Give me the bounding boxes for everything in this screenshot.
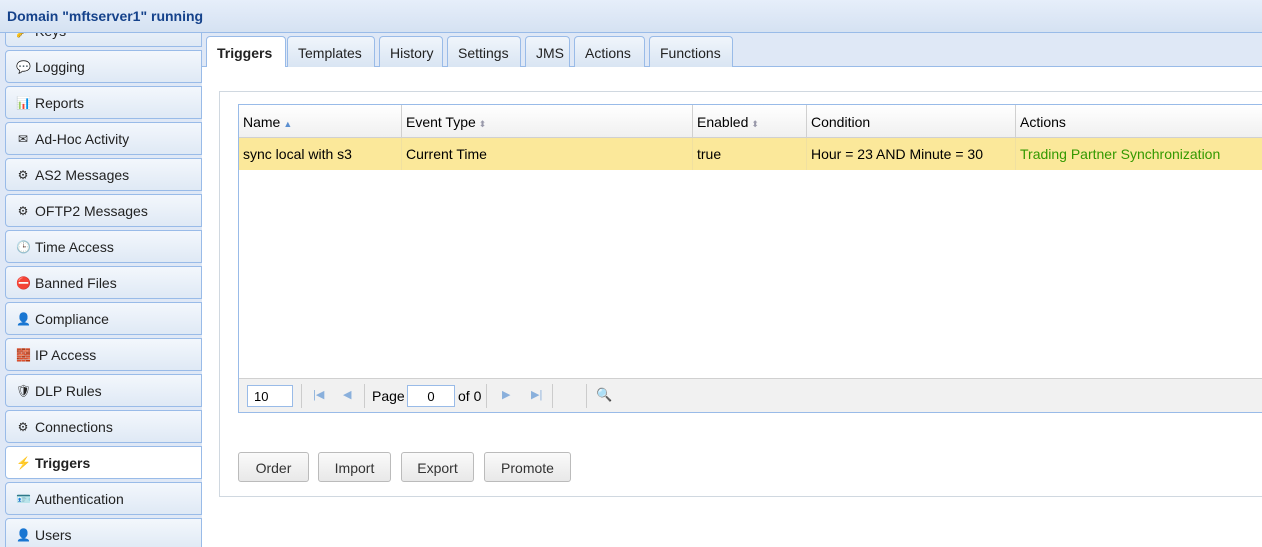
tab-templates[interactable]: Templates xyxy=(287,36,375,67)
banned-file-icon: ⛔ xyxy=(16,275,31,290)
window-title: Domain "mftserver1" running xyxy=(0,0,1262,33)
speech-bubble-icon: 💬 xyxy=(16,59,31,74)
sort-icon: ⬍ xyxy=(751,119,759,129)
sidebar-item-time-access[interactable]: 🕒 Time Access xyxy=(5,230,202,263)
sidebar-item-label: Users xyxy=(35,526,72,543)
tab-settings[interactable]: Settings xyxy=(447,36,521,67)
sidebar-item-dlp-rules[interactable]: 🛡 DLP Rules xyxy=(5,374,202,407)
divider xyxy=(586,384,587,408)
sidebar-item-ip-access[interactable]: 🧱 IP Access xyxy=(5,338,202,371)
column-label: Enabled xyxy=(697,114,749,130)
sidebar-item-as2-messages[interactable]: ⚙ AS2 Messages xyxy=(5,158,202,191)
sidebar-item-label: Keys xyxy=(35,33,66,39)
trigger-icon: ⚡ xyxy=(16,455,31,470)
sidebar-item-logging[interactable]: 💬 Logging xyxy=(5,50,202,83)
key-icon: 🔑 xyxy=(16,33,31,38)
grid-header: Name ▲ Event Type ⬍ Enabled ⬍ Condition Actions xyxy=(239,105,1262,138)
sidebar-item-reports[interactable]: 📊 Reports xyxy=(5,86,202,119)
sort-icon: ⬍ xyxy=(478,119,487,129)
sidebar-item-label: AS2 Messages xyxy=(35,166,130,183)
tab-strip: Triggers Templates History Settings JMS Actio… xyxy=(202,33,1262,68)
bar-chart-icon: 📊 xyxy=(16,95,31,110)
gears-icon: ⚙ xyxy=(17,203,29,218)
search-icon[interactable]: 🔍 xyxy=(596,387,612,403)
first-page-icon[interactable]: |◀ xyxy=(313,388,324,401)
triggers-grid: Name ▲ Event Type ⬍ Enabled ⬍ Condition Actions… xyxy=(238,104,1262,413)
user-icon: 👤 xyxy=(16,527,31,542)
tab-actions[interactable]: Actions xyxy=(574,36,645,67)
column-label: Event Type xyxy=(406,114,476,130)
sidebar-item-compliance[interactable]: 👤 Compliance xyxy=(5,302,202,335)
sidebar-item-label: OFTP2 Messages xyxy=(35,202,148,219)
sidebar-item-banned-files[interactable]: ⛔ Banned Files xyxy=(5,266,202,299)
next-page-icon[interactable]: ▶ xyxy=(502,388,510,401)
column-header-name[interactable]: Name ▲ xyxy=(239,105,402,138)
column-header-actions[interactable]: Actions xyxy=(1016,105,1262,138)
last-page-icon[interactable]: ▶| xyxy=(531,388,542,401)
page-size-input[interactable]: 10 xyxy=(247,385,293,407)
sidebar-item-users[interactable]: 👤 Users xyxy=(5,518,202,547)
sidebar-item-keys[interactable]: 🔑 Keys xyxy=(5,33,202,47)
sort-asc-icon: ▲ xyxy=(283,119,293,129)
sidebar-item-label: Triggers xyxy=(35,454,91,471)
sidebar: 🔑 Keys 💬 Logging 📊 Reports ✉ Ad-Hoc Activity ⚙ AS… xyxy=(0,33,202,547)
table-cell: Hour = 23 AND Minute = 30 xyxy=(807,138,1016,170)
sidebar-item-ad-hoc-activity[interactable]: ✉ Ad-Hoc Activity xyxy=(5,122,202,155)
sidebar-item-label: Ad-Hoc Activity xyxy=(35,130,130,147)
sidebar-item-label: Time Access xyxy=(35,238,114,255)
sidebar-item-label: DLP Rules xyxy=(35,382,102,399)
page-count: of 0 xyxy=(458,388,482,404)
pager: 10 |◀ ◀ Page 0 of 0 ▶ ▶| 🔍 xyxy=(239,378,1262,412)
sidebar-item-label: Banned Files xyxy=(35,274,117,291)
column-label: Actions xyxy=(1020,114,1066,130)
sidebar-item-authentication[interactable]: 🪪 Authentication xyxy=(5,482,202,515)
sidebar-item-connections[interactable]: ⚙ Connections xyxy=(5,410,202,443)
column-header-condition[interactable]: Condition xyxy=(807,105,1016,138)
sidebar-item-oftp2-messages[interactable]: ⚙ OFTP2 Messages xyxy=(5,194,202,227)
promote-button[interactable]: Promote xyxy=(484,452,571,482)
envelope-icon: ✉ xyxy=(17,131,29,146)
column-header-enabled[interactable]: Enabled ⬍ xyxy=(693,105,807,138)
gear-icon: ⚙ xyxy=(17,419,29,434)
export-button[interactable]: Export xyxy=(401,452,474,482)
tab-history[interactable]: History xyxy=(379,36,443,67)
table-row[interactable]: sync local with s3 Current Time true Hour =… xyxy=(239,138,1262,170)
column-label: Name xyxy=(243,114,281,130)
sidebar-item-label: Reports xyxy=(35,94,85,111)
tab-functions[interactable]: Functions xyxy=(649,36,733,67)
sidebar-item-triggers[interactable]: ⚡ Triggers xyxy=(5,446,202,479)
order-button[interactable]: Order xyxy=(238,452,309,482)
id-card-icon: 🪪 xyxy=(16,491,31,506)
sidebar-item-label: Compliance xyxy=(35,310,109,327)
tab-triggers[interactable]: Triggers xyxy=(206,36,286,68)
sidebar-item-label: Connections xyxy=(35,418,113,435)
import-button[interactable]: Import xyxy=(318,452,391,482)
firewall-icon: 🧱 xyxy=(16,347,31,362)
divider xyxy=(301,384,302,408)
table-cell[interactable]: Trading Partner Synchronization xyxy=(1016,138,1262,170)
table-cell: true xyxy=(693,138,807,170)
gears-icon: ⚙ xyxy=(17,167,29,182)
table-cell: Current Time xyxy=(402,138,693,170)
shield-icon: 🛡 xyxy=(16,383,32,398)
clock-icon: 🕒 xyxy=(16,239,31,254)
table-cell: sync local with s3 xyxy=(239,138,402,170)
page-input[interactable]: 0 xyxy=(407,385,455,407)
divider xyxy=(364,384,365,408)
tab-jms[interactable]: JMS xyxy=(525,36,570,67)
sidebar-item-label: Logging xyxy=(35,58,85,75)
content-area: Name ▲ Event Type ⬍ Enabled ⬍ Condition Actions… xyxy=(202,67,1262,547)
sidebar-item-label: Authentication xyxy=(35,490,124,507)
prev-page-icon[interactable]: ◀ xyxy=(343,388,351,401)
page-label: Page xyxy=(372,388,405,404)
divider xyxy=(486,384,487,408)
sidebar-item-label: IP Access xyxy=(35,346,97,363)
column-label: Condition xyxy=(811,114,871,130)
person-icon: 👤 xyxy=(16,311,31,326)
column-header-event-type[interactable]: Event Type ⬍ xyxy=(402,105,693,138)
divider xyxy=(552,384,553,408)
